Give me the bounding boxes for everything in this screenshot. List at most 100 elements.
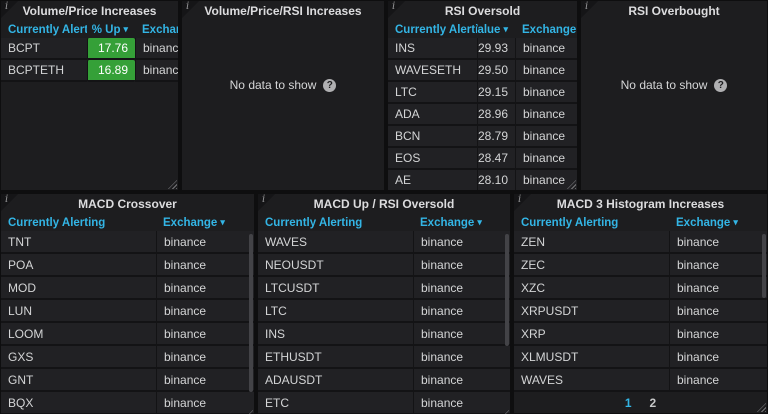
column-header-symbol[interactable]: Currently Alerting [258, 214, 413, 231]
panel-title[interactable]: MACD 3 Histogram Increases [514, 194, 767, 214]
column-header-exchange[interactable]: Exchange [515, 21, 577, 38]
symbol-cell: BQX [1, 392, 156, 414]
panel-volume-price-increases: i Volume/Price Increases Currently Alert… [1, 1, 178, 190]
symbol-cell: ETC [258, 392, 413, 414]
exchange-cell: binance [413, 392, 510, 414]
value-cell: 29.15 [477, 82, 515, 104]
exchange-cell: binance [515, 60, 577, 82]
exchange-cell: binance [413, 254, 510, 277]
panel-title[interactable]: Volume/Price/RSI Increases [182, 1, 384, 21]
exchange-cell: binance [515, 126, 577, 148]
symbol-cell: ZEC [514, 254, 669, 277]
table-row: ETHUSDT binance [258, 346, 510, 369]
help-icon[interactable]: ? [323, 78, 337, 92]
table-scrollbar-thumb[interactable] [249, 234, 253, 392]
symbol-cell: POA [1, 254, 156, 277]
exchange-cell: binance [413, 231, 510, 254]
value-cell: 29.50 [477, 60, 515, 82]
column-header-exchange[interactable]: Exchange ▾ [413, 214, 510, 231]
exchange-cell: binance [413, 369, 510, 392]
panel-macd-up-rsi-oversold: i MACD Up / RSI Oversold Currently Alert… [258, 194, 510, 414]
panel-title[interactable]: MACD Crossover [1, 194, 254, 214]
column-header-symbol[interactable]: Currently Alerting [514, 214, 669, 231]
symbol-cell: BCPT [1, 38, 87, 60]
column-header-exchange[interactable]: Exchange [135, 21, 178, 38]
panel-resize-handle[interactable] [168, 180, 177, 189]
symbol-cell: LTCUSDT [258, 277, 413, 300]
symbol-cell: BCN [388, 126, 477, 148]
column-header-exchange[interactable]: Exchange ▾ [156, 214, 254, 231]
exchange-cell: binance [669, 231, 767, 254]
table-header-row: Currently Alerting Exchange ▾ [258, 214, 510, 231]
symbol-cell: INS [258, 323, 413, 346]
symbol-cell: XRP [514, 323, 669, 346]
table-row: LTC 29.15 binance [388, 82, 577, 104]
alerts-table: Currently Alerting% Up▾ExchangeBCPT17.76… [1, 21, 178, 82]
table-row: ETC binance [258, 392, 510, 414]
symbol-cell: GXS [1, 346, 156, 369]
info-icon: i [585, 1, 589, 12]
exchange-cell: binance [156, 346, 254, 369]
value-cell: 28.47 [477, 148, 515, 170]
percent-up-cell: 16.89 [87, 60, 135, 82]
symbol-cell: WAVES [514, 369, 669, 392]
table-row: XZC binance [514, 277, 767, 300]
no-data-text: No data to show [229, 78, 317, 92]
column-header-symbol[interactable]: Currently Alerting [388, 21, 477, 38]
info-icon: i [262, 194, 266, 205]
info-icon: i [5, 1, 9, 12]
panel-rsi-oversold: i RSI Oversold Currently AlertingValue▾E… [388, 1, 577, 190]
symbol-cell: ETHUSDT [258, 346, 413, 369]
value-cell: 28.96 [477, 104, 515, 126]
exchange-cell: binance [156, 277, 254, 300]
exchange-cell: binance [135, 60, 178, 82]
exchange-cell: binance [515, 38, 577, 60]
no-data-message: No data to show ? [182, 21, 384, 149]
table-scrollbar-thumb[interactable] [762, 234, 766, 298]
panel-title[interactable]: RSI Overbought [581, 1, 767, 21]
page-link-2[interactable]: 2 [650, 396, 657, 410]
panel-title[interactable]: RSI Oversold [388, 1, 577, 21]
symbol-cell: WAVESETH [388, 60, 477, 82]
column-header-symbol[interactable]: Currently Alerting [1, 21, 87, 38]
sort-caret-icon: ▾ [503, 24, 508, 34]
exchange-cell: binance [156, 254, 254, 277]
sort-caret-icon: ▾ [220, 217, 225, 227]
page-link-1[interactable]: 1 [625, 396, 632, 410]
sort-caret-icon: ▾ [733, 217, 738, 227]
help-icon[interactable]: ? [714, 78, 728, 92]
column-header-value[interactable]: Value▾ [477, 21, 515, 38]
symbol-cell: LTC [258, 300, 413, 323]
exchange-cell: binance [515, 148, 577, 170]
exchange-cell: binance [669, 369, 767, 392]
table-row: ADA 28.96 binance [388, 104, 577, 126]
column-header-exchange[interactable]: Exchange ▾ [669, 214, 767, 231]
symbol-cell: ADA [388, 104, 477, 126]
symbol-cell: TNT [1, 231, 156, 254]
table-row: ZEC binance [514, 254, 767, 277]
table-row: GXS binance [1, 346, 254, 369]
alerts-table: Currently Alerting Exchange ▾ TNT binance POA… [1, 214, 254, 414]
table-header-row: Currently Alerting% Up▾Exchange [1, 21, 178, 38]
exchange-cell: binance [669, 277, 767, 300]
symbol-cell: GNT [1, 369, 156, 392]
panel-title[interactable]: MACD Up / RSI Oversold [258, 194, 510, 214]
symbol-cell: AE [388, 170, 477, 190]
panel-macd-crossover: i MACD Crossover Currently Alerting Excha… [1, 194, 254, 414]
exchange-cell: binance [669, 300, 767, 323]
pagination: 12 [514, 395, 767, 411]
table-row: WAVES binance [258, 231, 510, 254]
table-row: ADAUSDT binance [258, 369, 510, 392]
column-header-symbol[interactable]: Currently Alerting [1, 214, 156, 231]
panel-title[interactable]: Volume/Price Increases [1, 1, 178, 21]
symbol-cell: XZC [514, 277, 669, 300]
table-row: TNT binance [1, 231, 254, 254]
table-row: INS 29.93 binance [388, 38, 577, 60]
table-row: XRP binance [514, 323, 767, 346]
alerts-table: Currently Alerting Exchange ▾ WAVES binance N… [258, 214, 510, 414]
table-header-row: Currently Alerting Exchange ▾ [514, 214, 767, 231]
table-scrollbar-thumb[interactable] [505, 234, 509, 346]
table-row: WAVESETH 29.50 binance [388, 60, 577, 82]
table-header-row: Currently AlertingValue▾Exchange [388, 21, 577, 38]
column-header-percent-up[interactable]: % Up ▾ [87, 21, 135, 38]
